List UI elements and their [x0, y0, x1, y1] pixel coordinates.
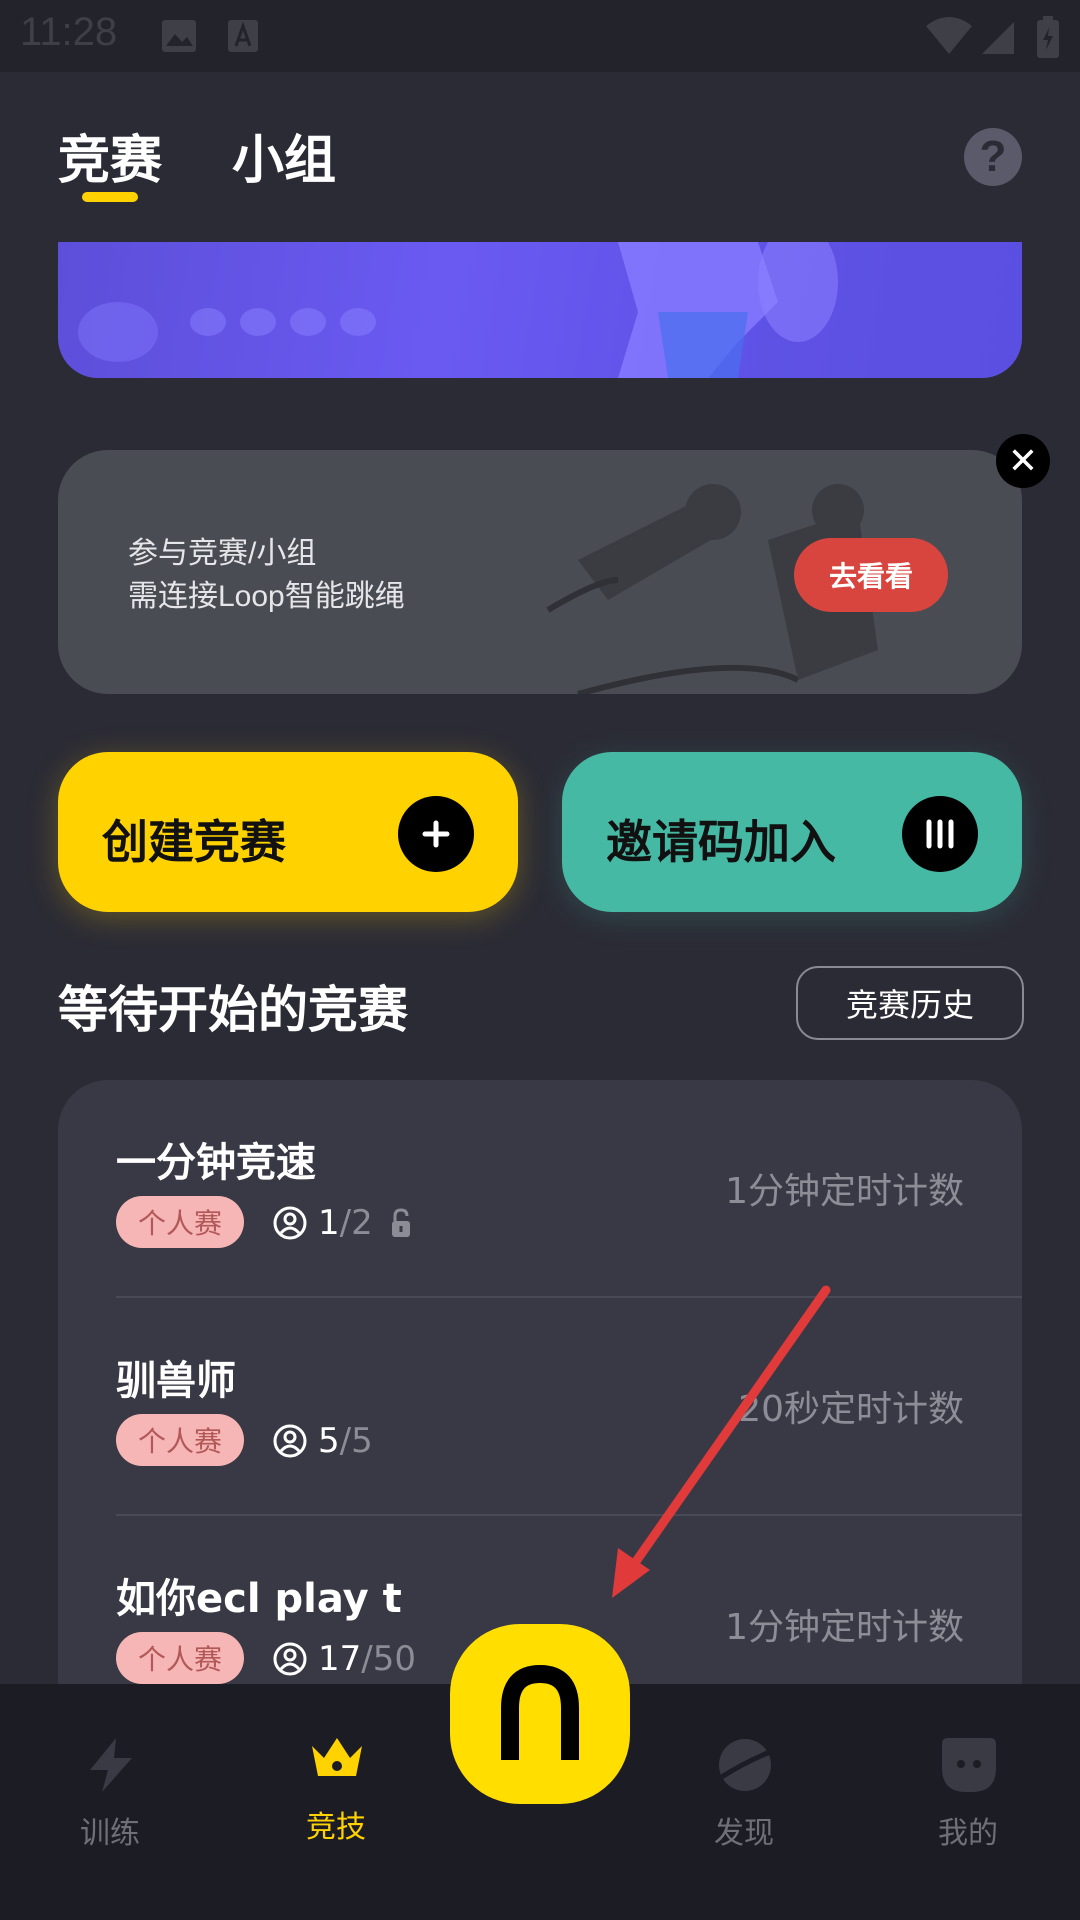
nav-item-discover[interactable]: 发现: [644, 1684, 844, 1920]
lightning-icon: [90, 1738, 132, 1792]
participant-count: 5 / 5: [272, 1418, 373, 1464]
nav-label-train: 训练: [80, 1816, 140, 1851]
participant-current: 17: [318, 1639, 362, 1679]
competition-mode: 20秒定时计数: [738, 1389, 964, 1430]
participant-count: 17 / 50: [272, 1636, 416, 1682]
user-icon: [273, 1642, 307, 1676]
participant-separator: /: [339, 1421, 352, 1461]
close-icon[interactable]: ✕: [996, 434, 1050, 488]
nav-label-me: 我的: [938, 1816, 998, 1851]
status-time: 11:28: [20, 10, 118, 54]
jump-rope-illustration: [546, 484, 878, 694]
plus-icon: [398, 796, 474, 872]
nav-item-compete[interactable]: 竞技: [236, 1684, 436, 1920]
competition-mode: 1分钟定时计数: [725, 1607, 964, 1648]
nav-item-train[interactable]: 训练: [10, 1684, 210, 1920]
question-icon[interactable]: ?: [964, 128, 1022, 186]
tab-group[interactable]: 小组: [232, 118, 336, 193]
participant-separator: /: [339, 1203, 352, 1243]
nav-label-discover: 发现: [714, 1816, 774, 1851]
nav-item-me[interactable]: 我的: [868, 1684, 1068, 1920]
competition-row[interactable]: 一分钟竞速 个人赛 1 / 2 1分钟定时计数: [58, 1080, 1022, 1298]
join-by-code-label: 邀请码加入: [606, 815, 836, 869]
tab-active-indicator: [82, 192, 138, 202]
promo-text: 参与竞赛/小组 需连接Loop智能跳绳: [128, 532, 405, 618]
app-root: 11:28 竞赛 小组 ? 参与竞赛/小组 需连接Loop智能跳绳 去看看 ✕ …: [0, 0, 1080, 1920]
wifi-icon: [926, 17, 972, 54]
create-competition-button[interactable]: 创建竞赛: [58, 752, 518, 912]
promo-line-2: 需连接Loop智能跳绳: [128, 580, 405, 613]
battery-icon: [1037, 16, 1059, 58]
go-see-button[interactable]: 去看看: [794, 538, 948, 612]
font-icon: [228, 20, 258, 52]
competition-history-button[interactable]: 竞赛历史: [796, 966, 1024, 1040]
competition-row[interactable]: 驯兽师 个人赛 5 / 5 20秒定时计数: [58, 1298, 1022, 1516]
competition-name: 如你ecl play t: [116, 1576, 402, 1622]
competition-list: 一分钟竞速 个人赛 1 / 2 1分钟定时计数 驯兽师 个人赛 5 / 5 20…: [58, 1080, 1022, 1700]
competition-mode: 1分钟定时计数: [725, 1171, 964, 1212]
pending-competitions-title: 等待开始的竞赛: [58, 981, 408, 1039]
participant-max: 2: [351, 1203, 373, 1243]
promo-line-1: 参与竞赛/小组: [128, 537, 317, 570]
signal-icon: [982, 22, 1014, 54]
image-icon: [162, 20, 196, 52]
competition-type-badge: 个人赛: [116, 1632, 244, 1684]
user-icon: [273, 1206, 307, 1240]
competition-name: 一分钟竞速: [116, 1140, 316, 1186]
create-competition-label: 创建竞赛: [102, 815, 286, 869]
promo-banner-image[interactable]: [58, 242, 1022, 378]
participant-current: 1: [318, 1203, 340, 1243]
center-action-button[interactable]: [450, 1624, 630, 1804]
participant-separator: /: [361, 1639, 373, 1679]
competition-name: 驯兽师: [116, 1358, 236, 1404]
tab-competition[interactable]: 竞赛: [58, 118, 162, 193]
participant-count: 1 / 2: [272, 1200, 413, 1246]
loop-logo-icon: [501, 1664, 579, 1760]
code-bars-icon: [902, 796, 978, 872]
participant-current: 5: [318, 1421, 340, 1461]
lock-icon: [391, 1208, 410, 1237]
competition-type-badge: 个人赛: [116, 1414, 244, 1466]
user-icon: [273, 1424, 307, 1458]
banner-illustration: [78, 242, 838, 378]
join-by-code-button[interactable]: 邀请码加入: [562, 752, 1022, 912]
nav-label-compete: 竞技: [306, 1810, 366, 1845]
participant-max: 50: [372, 1639, 416, 1679]
face-icon: [942, 1738, 996, 1792]
participant-max: 5: [351, 1421, 373, 1461]
status-bar: 11:28: [0, 0, 1080, 72]
loop-promo-card: 参与竞赛/小组 需连接Loop智能跳绳 去看看: [58, 450, 1022, 694]
crown-icon: [312, 1738, 362, 1776]
competition-type-badge: 个人赛: [116, 1196, 244, 1248]
planet-icon: [718, 1739, 771, 1791]
